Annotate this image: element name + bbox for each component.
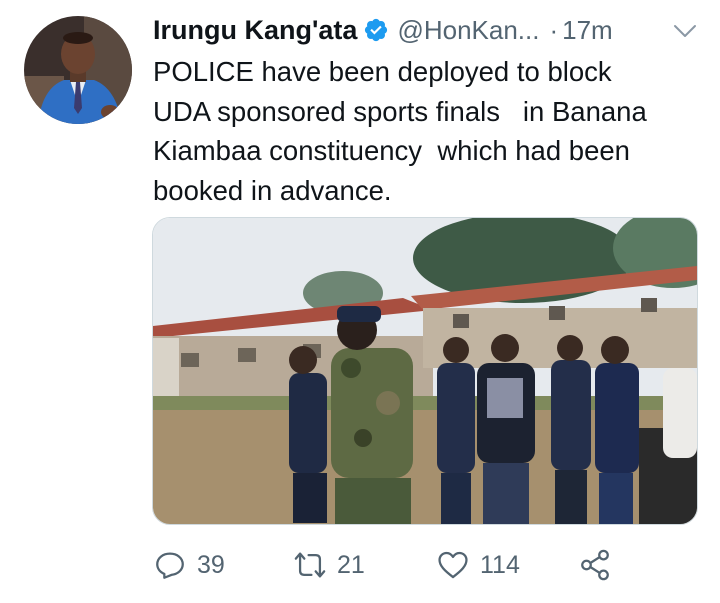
like-button[interactable]: 114 bbox=[436, 545, 520, 585]
retweet-button[interactable]: 21 bbox=[293, 545, 365, 585]
tweet-actions: 39 21 114 bbox=[153, 545, 653, 585]
share-icon bbox=[581, 549, 609, 581]
tweet-photo[interactable] bbox=[152, 217, 698, 525]
reply-count: 39 bbox=[197, 550, 225, 579]
chevron-down-icon[interactable] bbox=[670, 16, 700, 46]
verified-badge-icon bbox=[365, 18, 388, 42]
retweet-icon bbox=[294, 552, 326, 578]
reply-icon bbox=[156, 552, 184, 579]
like-count: 114 bbox=[480, 550, 520, 579]
author-handle[interactable]: @HonKan... bbox=[397, 15, 539, 46]
heart-icon bbox=[438, 551, 468, 579]
tweet-header: Irungu Kang'ata @HonKan... · 17m bbox=[153, 10, 700, 50]
share-button[interactable] bbox=[578, 545, 612, 585]
reply-button[interactable]: 39 bbox=[153, 545, 225, 585]
avatar-image bbox=[24, 16, 132, 124]
tweet-text: POLICE have been deployed to block UDA s… bbox=[153, 56, 647, 206]
tweet-timestamp[interactable]: 17m bbox=[562, 15, 613, 46]
photo-image bbox=[153, 218, 697, 524]
time-separator: · bbox=[549, 14, 559, 45]
retweet-count: 21 bbox=[337, 550, 365, 579]
author-name[interactable]: Irungu Kang'ata bbox=[153, 15, 357, 46]
author-avatar[interactable] bbox=[24, 16, 132, 124]
